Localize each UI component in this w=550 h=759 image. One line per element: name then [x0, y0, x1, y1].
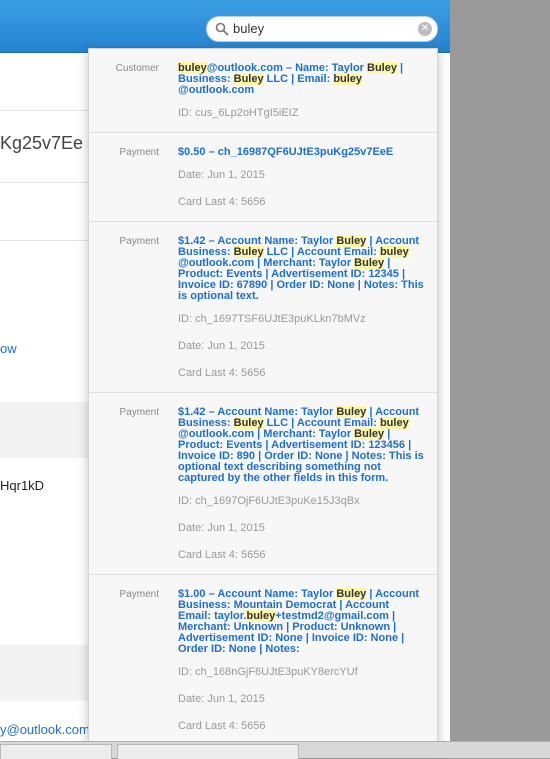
search-result-item[interactable]: Payment $1.42 – Account Name: Taylor Bule… — [89, 393, 437, 575]
search-result-item[interactable]: Payment $1.00 – Account Name: Taylor Bule… — [89, 575, 437, 746]
result-type-label: Payment — [119, 147, 159, 158]
background-charge-id: Kg25v7Ee — [0, 133, 84, 153]
result-meta: Date: Jun 1, 2015 — [178, 169, 265, 181]
background-email-link[interactable]: y@outlook.com — [0, 722, 90, 737]
divider — [0, 182, 90, 183]
result-title-link[interactable]: $1.42 – Account Name: Taylor Buley | Acc… — [178, 235, 425, 302]
result-type-label: Payment — [119, 589, 159, 600]
background-band — [0, 645, 90, 701]
result-meta: ID: cus_6Lp2oHTgI5iEIZ — [178, 107, 299, 119]
background-id: Hqr1kD — [0, 478, 45, 493]
result-body: $0.50 – ch_16987QF6UJtE3puKg25v7EeE Date:… — [178, 147, 425, 209]
result-meta: Card Last 4: 5656 — [178, 196, 266, 208]
result-meta: Date: Jun 1, 2015 — [178, 340, 265, 352]
result-title-text: @outlook.com — [178, 84, 255, 96]
search-box[interactable]: buley ✕ — [206, 16, 438, 42]
result-type-label: Customer — [115, 63, 159, 74]
result-title-link[interactable]: buley@outlook.com – Name: Taylor Buley |… — [178, 62, 425, 96]
bottom-bar — [0, 741, 550, 759]
result-body: $1.42 – Account Name: Taylor Buley | Acc… — [178, 235, 425, 380]
result-meta: Card Last 4: 5656 — [178, 720, 266, 732]
result-body: $1.42 – Account Name: Taylor Buley | Acc… — [178, 406, 425, 562]
result-meta: Date: Jun 1, 2015 — [178, 522, 265, 534]
result-meta: Date: Jun 1, 2015 — [178, 693, 265, 705]
divider — [0, 240, 90, 241]
result-body: buley@outlook.com – Name: Taylor Buley |… — [178, 62, 425, 120]
result-body: $1.00 – Account Name: Taylor Buley | Acc… — [178, 588, 425, 733]
result-title-link[interactable]: $0.50 – ch_16987QF6UJtE3puKg25v7EeE — [178, 147, 425, 158]
result-title-text: $0.50 – ch_16987QF6UJtE3puKg25v7EeE — [178, 146, 394, 158]
results-list: Customer buley@outlook.com – Name: Taylor… — [89, 49, 437, 746]
result-title-text: LLC | Email: — [263, 73, 334, 85]
background-link[interactable]: ow — [0, 341, 17, 356]
search-highlight: Buley — [367, 62, 397, 74]
search-results-dropdown: Customer buley@outlook.com – Name: Taylor… — [88, 48, 438, 748]
result-meta: ID: ch_1697TSF6UJtE3puKLkn7bMVz — [178, 313, 366, 325]
search-highlight: buley — [333, 73, 363, 85]
background-band — [0, 402, 90, 458]
top-bar: buley ✕ — [0, 0, 450, 53]
search-icon — [215, 22, 229, 36]
result-meta: ID: ch_1697OjF6UJtE3puKe15J3qBx — [178, 495, 360, 507]
result-type-label: Payment — [119, 236, 159, 247]
result-meta: Card Last 4: 5656 — [178, 549, 266, 561]
divider — [0, 110, 90, 111]
clear-search-icon[interactable]: ✕ — [418, 22, 432, 36]
search-input[interactable]: buley — [233, 21, 264, 36]
search-result-item[interactable]: Payment $1.42 – Account Name: Taylor Bule… — [89, 222, 437, 393]
result-title-link[interactable]: $1.00 – Account Name: Taylor Buley | Acc… — [178, 588, 425, 655]
result-type-label: Payment — [119, 407, 159, 418]
result-meta: ID: ch_168nGjF6UJtE3puKY8ercYUf — [178, 666, 358, 678]
result-meta: Card Last 4: 5656 — [178, 367, 266, 379]
search-result-item[interactable]: Customer buley@outlook.com – Name: Taylor… — [89, 49, 437, 133]
search-result-item[interactable]: Payment $0.50 – ch_16987QF6UJtE3puKg25v7E… — [89, 133, 437, 222]
result-title-link[interactable]: $1.42 – Account Name: Taylor Buley | Acc… — [178, 406, 425, 484]
